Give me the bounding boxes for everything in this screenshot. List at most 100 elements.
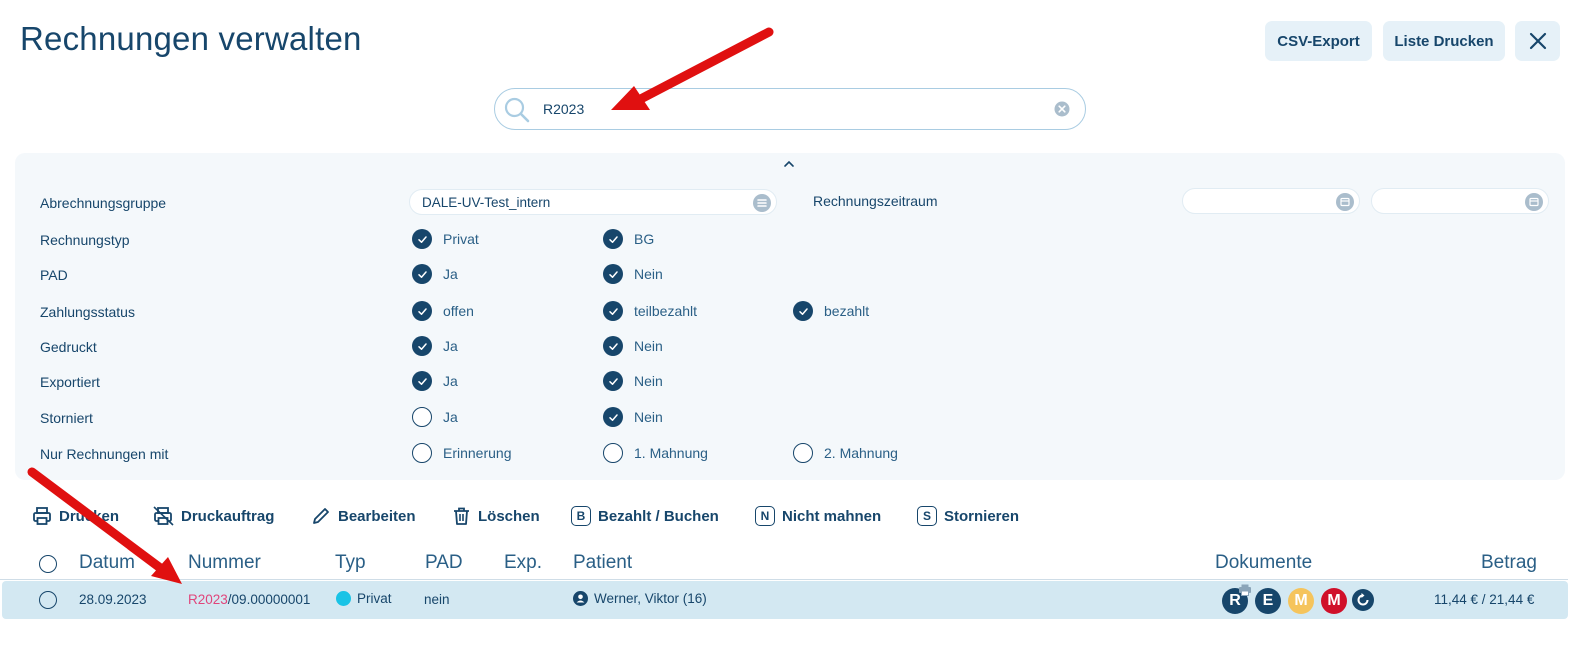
abrechnungsgruppe-select[interactable]: DALE-UV-Test_intern: [409, 189, 777, 215]
date-to-field[interactable]: [1371, 188, 1549, 214]
check-icon: [608, 235, 618, 243]
checkbox-unchecked[interactable]: [793, 443, 813, 463]
zahlungsstatus-label: Zahlungsstatus: [40, 304, 135, 320]
abrechnungsgruppe-label: Abrechnungsgruppe: [40, 195, 167, 211]
calendar-icon: [1525, 193, 1543, 211]
checkbox-checked[interactable]: [412, 371, 432, 391]
pad-label: PAD: [40, 267, 68, 283]
checkbox-checked[interactable]: [412, 264, 432, 284]
option-rechnungstyp-privat[interactable]: Privat: [412, 229, 479, 249]
loeschen-button[interactable]: Löschen: [452, 504, 540, 528]
option-1-mahnung[interactable]: 1. Mahnung: [603, 443, 708, 463]
letter-n-icon: N: [755, 506, 775, 526]
option-2-mahnung[interactable]: 2. Mahnung: [793, 443, 898, 463]
option-gedruckt-nein[interactable]: Nein: [603, 336, 663, 356]
reload-icon[interactable]: [1352, 589, 1374, 611]
option-rechnungstyp-bg[interactable]: BG: [603, 229, 654, 249]
check-icon: [417, 235, 427, 243]
option-exportiert-ja[interactable]: Ja: [412, 371, 458, 391]
cell-betrag: 11,44 € / 21,44 €: [1434, 592, 1535, 607]
checkbox-unchecked[interactable]: [412, 407, 432, 427]
cell-patient[interactable]: Werner, Viktor (16): [573, 591, 707, 606]
check-icon: [417, 307, 427, 315]
close-icon: [1529, 32, 1546, 50]
drucken-button[interactable]: Drucken: [32, 504, 119, 528]
check-icon: [608, 413, 618, 421]
collapse-filters-icon[interactable]: [783, 159, 795, 169]
calendar-icon: [1336, 193, 1354, 211]
option-zahlungsstatus-offen[interactable]: offen: [412, 301, 474, 321]
druckauftrag-button[interactable]: Druckauftrag: [153, 504, 274, 528]
stornieren-button[interactable]: S Stornieren: [917, 504, 1019, 528]
checkbox-checked[interactable]: [412, 301, 432, 321]
option-zahlungsstatus-teilbezahlt[interactable]: teilbezahlt: [603, 301, 697, 321]
typ-privat-dot-icon: [336, 591, 351, 606]
document-e-badge[interactable]: E: [1255, 588, 1281, 614]
option-erinnerung[interactable]: Erinnerung: [412, 443, 512, 463]
select-all-checkbox[interactable]: [39, 555, 57, 573]
checkbox-checked[interactable]: [603, 407, 623, 427]
option-storniert-ja[interactable]: Ja: [412, 407, 458, 427]
pencil-icon: [313, 508, 329, 524]
bezahlt-buchen-button[interactable]: B Bezahlt / Buchen: [571, 504, 719, 528]
printer-icon: [33, 507, 51, 525]
checkbox-checked[interactable]: [412, 229, 432, 249]
nicht-mahnen-button[interactable]: N Nicht mahnen: [755, 504, 881, 528]
checkbox-checked[interactable]: [793, 301, 813, 321]
search-input[interactable]: [543, 98, 1043, 120]
check-icon: [417, 377, 427, 385]
check-icon: [608, 307, 618, 315]
letter-b-icon: B: [571, 506, 591, 526]
document-m-badge[interactable]: M: [1288, 588, 1314, 614]
col-patient[interactable]: Patient: [573, 552, 632, 574]
check-icon: [608, 342, 618, 350]
checkbox-checked[interactable]: [603, 336, 623, 356]
close-button[interactable]: [1515, 21, 1560, 61]
page-title: Rechnungen verwalten: [20, 20, 362, 57]
col-pad[interactable]: PAD: [425, 552, 463, 574]
checkbox-checked[interactable]: [603, 301, 623, 321]
checkbox-checked[interactable]: [412, 336, 432, 356]
option-exportiert-nein[interactable]: Nein: [603, 371, 663, 391]
row-select-checkbox[interactable]: [39, 591, 57, 609]
date-from-field[interactable]: [1182, 188, 1360, 214]
col-datum[interactable]: Datum: [79, 552, 135, 574]
option-zahlungsstatus-bezahlt[interactable]: bezahlt: [793, 301, 869, 321]
csv-export-button[interactable]: CSV-Export: [1265, 21, 1372, 61]
abrechnungsgruppe-value: DALE-UV-Test_intern: [422, 195, 551, 210]
search-icon: [504, 97, 530, 123]
col-dokumente[interactable]: Dokumente: [1215, 552, 1312, 574]
document-m-badge-red[interactable]: M: [1321, 588, 1347, 614]
print-list-button[interactable]: Liste Drucken: [1383, 21, 1505, 61]
cell-pad: nein: [424, 592, 450, 607]
checkbox-checked[interactable]: [603, 229, 623, 249]
cell-datum: 28.09.2023: [79, 592, 147, 607]
printed-icon: [1239, 584, 1251, 596]
col-betrag[interactable]: Betrag: [1481, 552, 1537, 574]
checkbox-checked[interactable]: [603, 371, 623, 391]
check-icon: [417, 342, 427, 350]
bearbeiten-button[interactable]: Bearbeiten: [311, 504, 416, 528]
trash-icon: [454, 507, 469, 525]
col-typ[interactable]: Typ: [335, 552, 366, 574]
col-nummer[interactable]: Nummer: [188, 552, 261, 574]
col-exp[interactable]: Exp.: [504, 552, 542, 574]
search-box[interactable]: [494, 88, 1086, 130]
print-job-icon: [153, 506, 174, 526]
storniert-label: Storniert: [40, 410, 93, 426]
checkbox-unchecked[interactable]: [412, 443, 432, 463]
option-gedruckt-ja[interactable]: Ja: [412, 336, 458, 356]
checkbox-unchecked[interactable]: [603, 443, 623, 463]
checkbox-checked[interactable]: [603, 264, 623, 284]
check-icon: [608, 270, 618, 278]
cell-nummer[interactable]: R2023/09.00000001: [188, 592, 310, 607]
gedruckt-label: Gedruckt: [40, 339, 97, 355]
rechnungszeitraum-label: Rechnungszeitraum: [813, 193, 938, 209]
clear-search-icon[interactable]: [1054, 101, 1070, 117]
check-icon: [608, 377, 618, 385]
option-pad-nein[interactable]: Nein: [603, 264, 663, 284]
option-pad-ja[interactable]: Ja: [412, 264, 458, 284]
list-icon: [753, 194, 771, 212]
patient-icon: [573, 591, 588, 606]
option-storniert-nein[interactable]: Nein: [603, 407, 663, 427]
